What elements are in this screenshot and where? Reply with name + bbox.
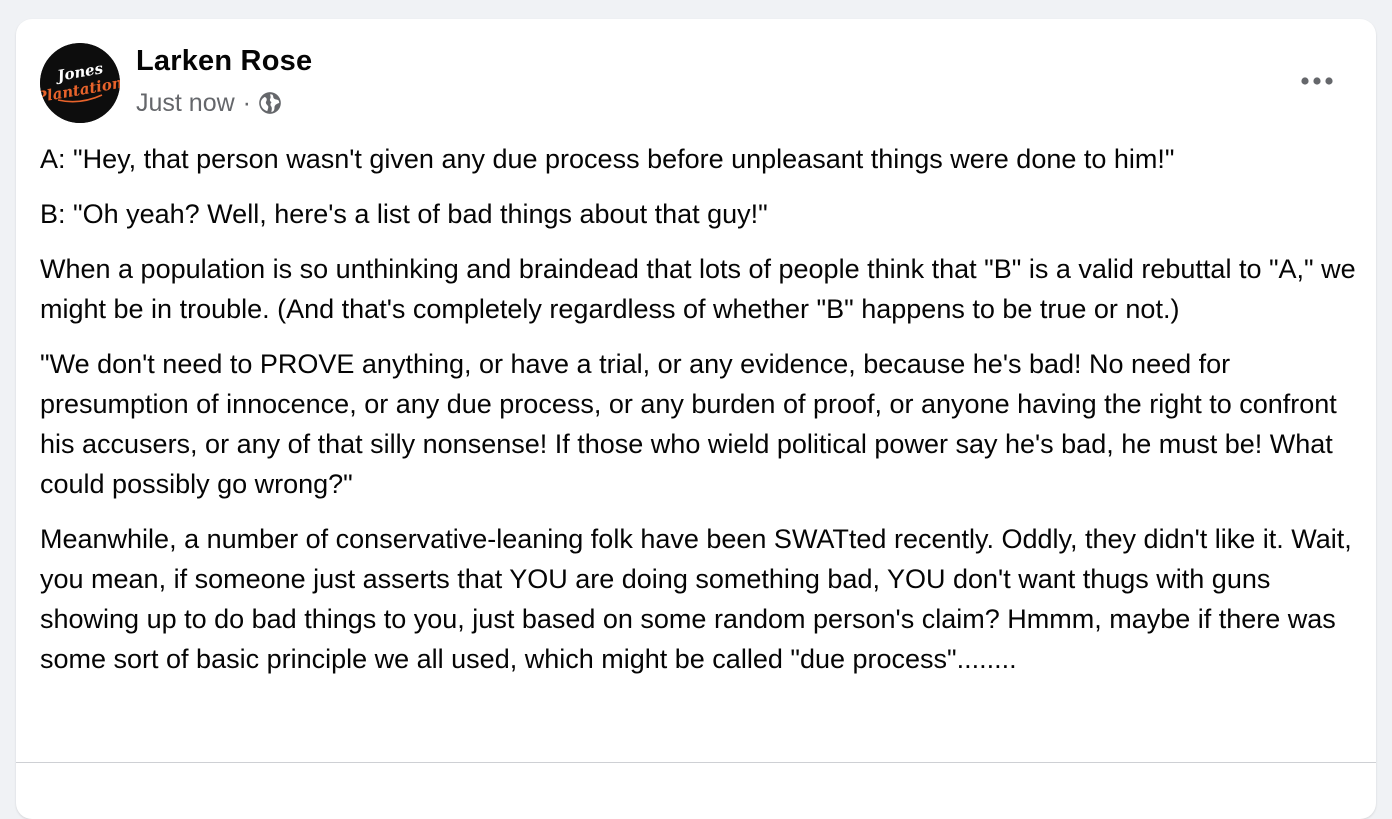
post-paragraph: "We don't need to PROVE anything, or hav… (40, 349, 1337, 499)
post-paragraph: Meanwhile, a number of conservative-lean… (40, 524, 1352, 674)
timestamp[interactable]: Just now (136, 89, 235, 118)
more-horizontal-icon (1301, 77, 1333, 85)
post-body: A: "Hey, that person wasn't given any du… (40, 139, 1360, 694)
post-card: Jones Plantation Larken Rose Just now · … (16, 19, 1376, 819)
author-name[interactable]: Larken Rose (136, 45, 312, 78)
jones-plantation-logo: Jones Plantation (40, 43, 120, 123)
post-paragraph: B: "Oh yeah? Well, here's a list of bad … (40, 199, 768, 229)
more-options-button[interactable] (1290, 63, 1344, 99)
post-divider (16, 762, 1376, 763)
post-meta: Just now · (136, 87, 283, 119)
meta-separator: · (242, 88, 251, 117)
post-paragraph: A: "Hey, that person wasn't given any du… (40, 144, 1175, 174)
post-paragraph: When a population is so unthinking and b… (40, 254, 1356, 324)
avatar[interactable]: Jones Plantation (40, 43, 120, 123)
globe-icon[interactable] (257, 90, 283, 116)
